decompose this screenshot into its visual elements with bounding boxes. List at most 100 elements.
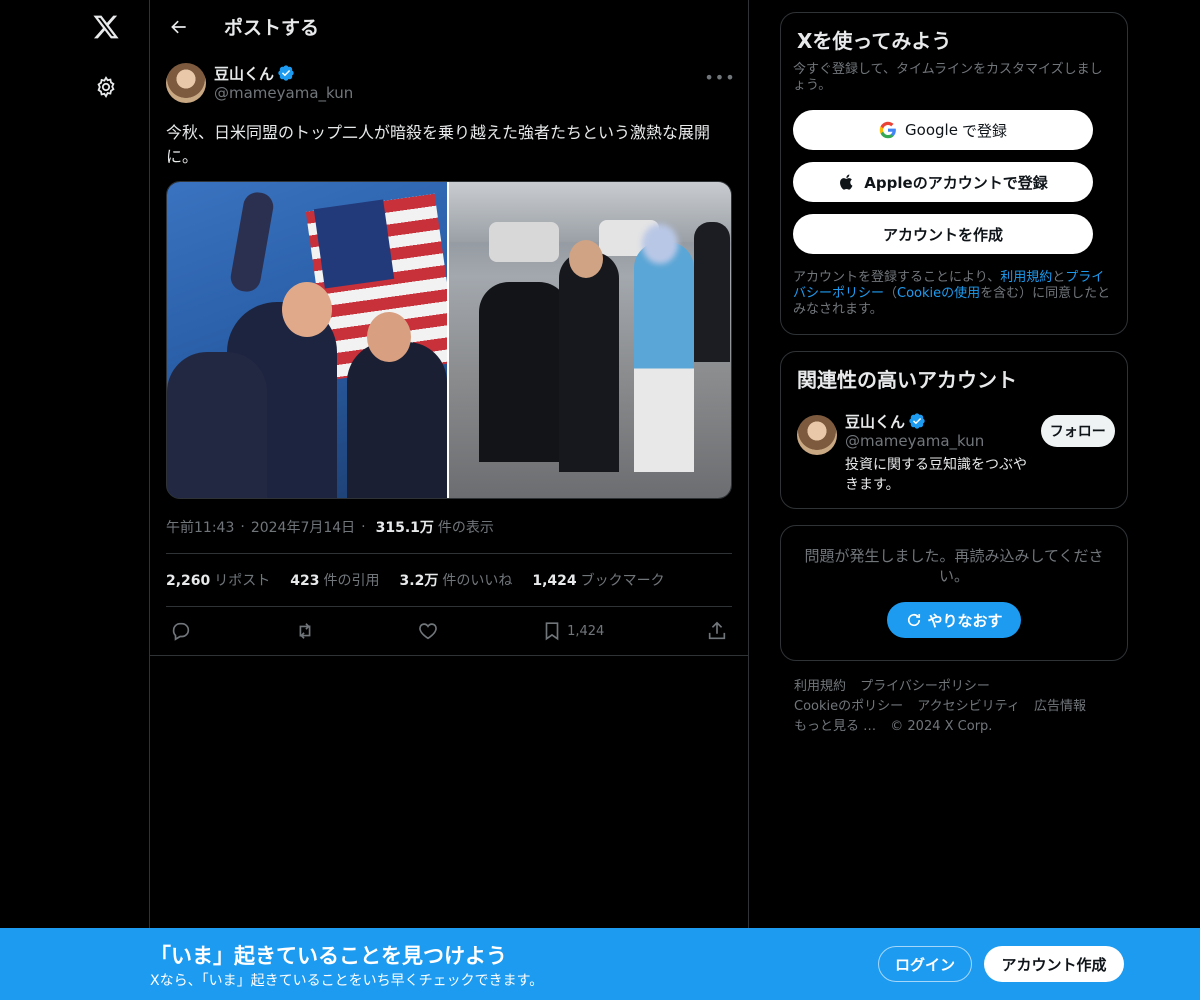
account-name[interactable]: 豆山くん <box>845 411 1041 431</box>
verified-badge-icon <box>909 413 925 429</box>
google-signup-suffix: で登録 <box>961 121 1007 140</box>
signup-card-subtitle: 今すぐ登録して、タイムラインをカスタマイズしましょう。 <box>793 62 1103 93</box>
person-shape <box>642 224 678 264</box>
footer-more-link[interactable]: もっと見る … <box>794 719 876 734</box>
main-column: ポストする 豆山くん @mameyama_kun ••• 今秋、日米同盟のトップ… <box>149 0 749 1000</box>
footer-links: 利用規約 プライバシーポリシー Cookieのポリシー アクセシビリティ 広告情… <box>780 677 1128 737</box>
stat-reposts[interactable]: 2,260 リポスト <box>166 570 270 590</box>
bookmark-button[interactable]: 1,424 <box>541 620 604 642</box>
tweet-date[interactable]: 2024年7月14日 <box>251 517 355 537</box>
stat-bookmarks[interactable]: 1,424 ブックマーク <box>532 570 664 590</box>
follow-button[interactable]: フォロー <box>1040 415 1115 447</box>
tweet-views-count: 315.1万 <box>375 520 434 536</box>
legal-text: アカウントを登録することにより、利用規約とプライバシーポリシー（Cookieの使… <box>793 270 1111 317</box>
footer-accessibility-link[interactable]: アクセシビリティ <box>917 699 1020 714</box>
bookmark-count: 1,424 <box>567 623 605 639</box>
person-shape <box>282 282 332 337</box>
signup-card: Xを使ってみよう 今すぐ登録して、タイムラインをカスタマイズしましょう。 Goo… <box>780 12 1128 335</box>
verified-badge-icon <box>278 65 294 81</box>
page-header: ポストする <box>150 0 748 53</box>
author-name[interactable]: 豆山くん <box>214 63 353 83</box>
person-shape <box>569 240 603 278</box>
person-shape <box>634 242 694 472</box>
repost-icon <box>299 623 311 639</box>
media-photo-right[interactable] <box>449 182 731 498</box>
apple-signup-button[interactable]: Appleのアカウントで登録 <box>793 162 1093 202</box>
x-logo-icon[interactable] <box>89 10 123 44</box>
account-bio: 投資に関する豆知識をつぶやきます。 <box>845 457 1027 493</box>
signup-card-title: Xを使ってみよう <box>797 29 952 53</box>
create-account-button[interactable]: アカウントを作成 <box>793 214 1093 254</box>
tweet-author-row: 豆山くん @mameyama_kun ••• <box>166 63 735 111</box>
account-info: 豆山くん @mameyama_kun 投資に関する豆知識をつぶやきます。 <box>845 411 1041 494</box>
google-signup-brand: Google <box>905 121 958 139</box>
car-shape <box>489 222 559 262</box>
footer-privacy-link[interactable]: プライバシーポリシー <box>860 679 990 694</box>
left-nav <box>60 0 150 1000</box>
signup-button[interactable]: アカウント作成 <box>984 946 1124 982</box>
heart-icon <box>419 623 438 640</box>
cookie-link[interactable]: Cookieの使用 <box>897 286 980 301</box>
author-name-text: 豆山くん <box>214 64 275 83</box>
reply-icon <box>172 622 190 641</box>
repost-button[interactable] <box>294 620 316 642</box>
person-shape <box>559 252 619 472</box>
avatar[interactable] <box>166 63 206 103</box>
avatar[interactable] <box>797 415 837 455</box>
stat-likes[interactable]: 3.2万 件のいいね <box>400 570 513 590</box>
retry-button[interactable]: やりなおす <box>887 602 1021 638</box>
more-options-icon[interactable]: ••• <box>704 65 734 89</box>
tweet: 豆山くん @mameyama_kun ••• 今秋、日米同盟のトップ二人が暗殺を… <box>150 53 748 656</box>
tweet-actions: 1,424 <box>166 607 732 655</box>
refresh-icon <box>908 613 921 627</box>
person-shape <box>367 312 411 362</box>
person-shape <box>167 352 267 498</box>
apple-signup-label: Appleのアカウントで登録 <box>864 173 1048 192</box>
account-handle[interactable]: @mameyama_kun <box>845 432 1041 450</box>
footer-cookie-link[interactable]: Cookieのポリシー <box>794 699 903 714</box>
tweet-meta: 午前11:43 · 2024年7月14日 · 315.1万 件の表示 <box>166 517 494 537</box>
login-prompt-subtitle: Xなら、「いま」起きていることをいち早くチェックできます。 <box>150 973 544 989</box>
google-signup-button[interactable]: Google で登録 <box>793 110 1093 150</box>
share-icon <box>708 621 726 640</box>
like-button[interactable] <box>417 620 439 642</box>
google-logo-icon <box>879 121 896 139</box>
divider <box>150 655 748 656</box>
flag-canton-shape <box>313 199 395 289</box>
error-message: 問題が発生しました。再読み込みしてください。 <box>804 547 1104 585</box>
person-shape <box>479 282 569 462</box>
footer-ads-link[interactable]: 広告情報 <box>1034 699 1086 714</box>
bookmark-icon <box>545 622 559 641</box>
page: ポストする 豆山くん @mameyama_kun ••• 今秋、日米同盟のトップ… <box>0 0 1200 1000</box>
back-arrow-icon[interactable] <box>168 16 190 38</box>
error-card: 問題が発生しました。再読み込みしてください。 やりなおす <box>780 525 1128 661</box>
stat-quotes[interactable]: 423 件の引用 <box>290 570 379 590</box>
apple-logo-icon <box>840 174 853 190</box>
person-shape <box>694 222 730 362</box>
tweet-stats: 2,260 リポスト 423 件の引用 3.2万 件のいいね 1,424 ブックマーク <box>166 554 732 606</box>
tweet-time[interactable]: 午前11:43 <box>166 517 234 537</box>
page-title: ポストする <box>224 17 320 39</box>
author-handle[interactable]: @mameyama_kun <box>214 84 353 102</box>
person-shape <box>228 190 276 294</box>
reply-button[interactable] <box>170 620 192 642</box>
person-shape <box>347 342 447 498</box>
tweet-media[interactable] <box>166 181 732 499</box>
footer-copyright: © 2024 X Corp. <box>890 719 993 734</box>
related-accounts-card: 関連性の高いアカウント 豆山くん @mameyama_kun 投資に関する豆知識… <box>780 351 1128 509</box>
terms-link[interactable]: 利用規約 <box>1000 270 1052 285</box>
footer-terms-link[interactable]: 利用規約 <box>794 679 846 694</box>
create-account-label: アカウントを作成 <box>882 225 1003 244</box>
share-button[interactable] <box>706 620 728 642</box>
login-prompt-bar: 「いま」起きていることを見つけよう Xなら、「いま」起きていることをいち早くチェ… <box>0 928 1200 1000</box>
related-card-title: 関連性の高いアカウント <box>797 368 1017 392</box>
login-button[interactable]: ログイン <box>878 946 972 982</box>
author-info: 豆山くん @mameyama_kun <box>214 63 353 103</box>
settings-gear-icon[interactable] <box>91 72 121 102</box>
tweet-views-label: 件の表示 <box>437 520 494 536</box>
login-prompt-title: 「いま」起きていることを見つけよう <box>150 944 507 968</box>
right-sidebar: Xを使ってみよう 今すぐ登録して、タイムラインをカスタマイズしましょう。 Goo… <box>780 12 1128 737</box>
account-row[interactable]: 豆山くん @mameyama_kun 投資に関する豆知識をつぶやきます。 フォロ… <box>793 411 1115 494</box>
media-photo-left[interactable] <box>167 182 449 498</box>
tweet-text: 今秋、日米同盟のトップ二人が暗殺を乗り越えた強者たちという激熱な展開に。 <box>166 123 711 166</box>
